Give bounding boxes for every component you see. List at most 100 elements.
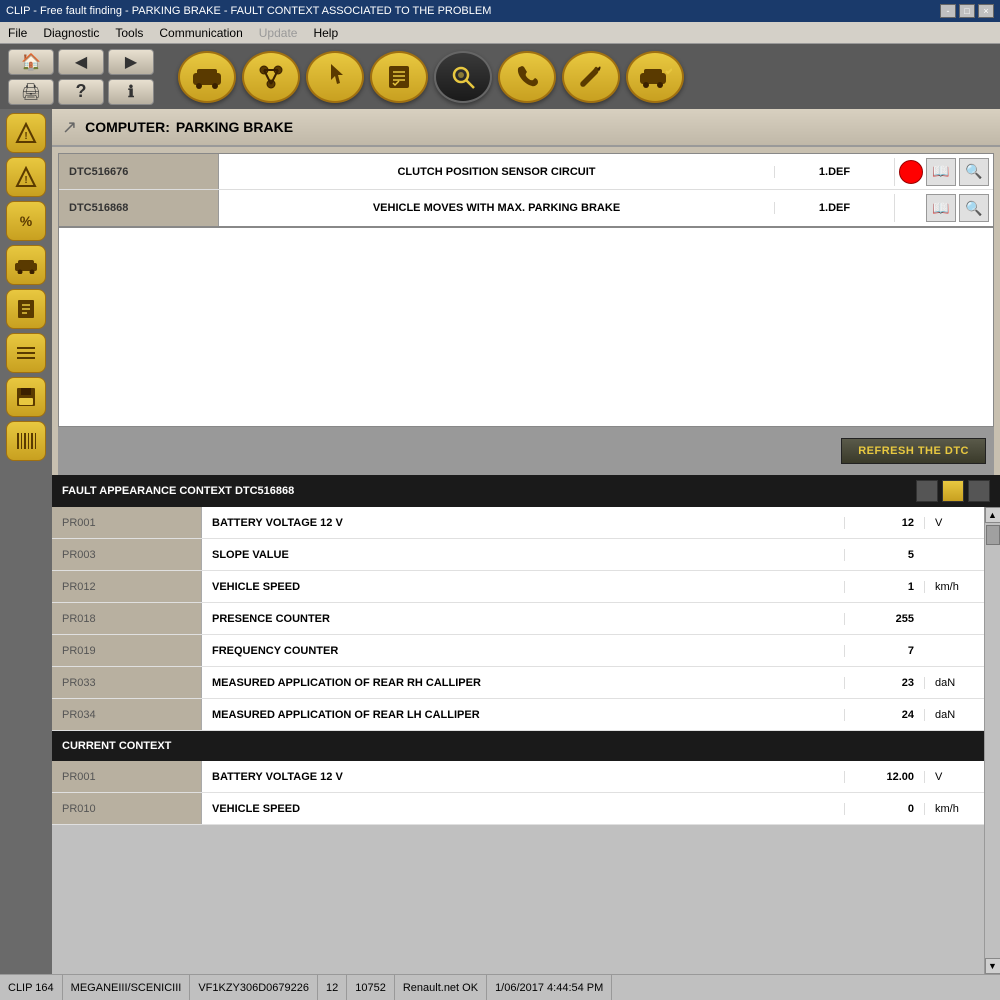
- dtc-desc-2: VEHICLE MOVES WITH MAX. PARKING BRAKE: [219, 202, 774, 214]
- refresh-area: REFRESH THE DTC: [58, 427, 994, 475]
- dtc-zoom-btn-1[interactable]: 🔍: [959, 158, 989, 186]
- menu-communication[interactable]: Communication: [155, 25, 246, 41]
- status-bar: CLIP 164 MEGANEIII/SCENICIII VF1KZY306D0…: [0, 974, 1000, 1000]
- maximize-button[interactable]: □: [959, 4, 975, 18]
- title-controls: - □ ×: [940, 4, 994, 18]
- ft-code-6: PR034: [52, 699, 202, 730]
- dtc-zoom-btn-2[interactable]: 🔍: [959, 194, 989, 222]
- sidebar-car[interactable]: [6, 245, 46, 285]
- help-button[interactable]: ?: [58, 79, 104, 105]
- fault-scroll-content: PR001 BATTERY VOLTAGE 12 V 12 V PR003 SL…: [52, 507, 984, 974]
- ft-desc-3: PRESENCE COUNTER: [202, 613, 844, 625]
- sidebar-book[interactable]: [6, 289, 46, 329]
- toolbar-icon-touch[interactable]: [306, 51, 364, 103]
- sidebar-percent[interactable]: %: [6, 201, 46, 241]
- toolbar: 🏠 ◀ ▶ 🖨 ? ℹ: [0, 44, 1000, 109]
- empty-content-area: [58, 227, 994, 427]
- dtc-status-2: 1.DEF: [774, 202, 894, 214]
- sidebar-warning2[interactable]: !: [6, 157, 46, 197]
- menu-update: Update: [255, 25, 302, 41]
- scrollbar[interactable]: ▲ ▼: [984, 507, 1000, 974]
- minimize-button[interactable]: -: [940, 4, 956, 18]
- ft-code-3: PR018: [52, 603, 202, 634]
- close-button[interactable]: ×: [978, 4, 994, 18]
- fault-view-btn-1[interactable]: [916, 480, 938, 502]
- toolbar-icons: [178, 51, 684, 103]
- table-row: PR033 MEASURED APPLICATION OF REAR RH CA…: [52, 667, 984, 699]
- status-number1: 12: [318, 975, 347, 1000]
- menu-tools[interactable]: Tools: [111, 25, 147, 41]
- dtc-book-btn-1[interactable]: 📖: [926, 158, 956, 186]
- upper-section: DTC516676 CLUTCH POSITION SENSOR CIRCUIT…: [52, 147, 1000, 475]
- toolbar-icon-checklist[interactable]: [370, 51, 428, 103]
- sidebar: ! ! %: [0, 109, 52, 974]
- fault-appearance-table: PR001 BATTERY VOLTAGE 12 V 12 V PR003 SL…: [52, 507, 984, 731]
- toolbar-icon-transmission[interactable]: [242, 51, 300, 103]
- toolbar-row-2: 🖨 ? ℹ: [8, 79, 154, 105]
- dtc-actions-1: 📖 🔍: [894, 158, 993, 186]
- ft-val-2: 1: [844, 581, 924, 593]
- dtc-desc-1: CLUTCH POSITION SENSOR CIRCUIT: [219, 166, 774, 178]
- forward-button[interactable]: ▶: [108, 49, 154, 75]
- table-row: DTC516868 VEHICLE MOVES WITH MAX. PARKIN…: [59, 190, 993, 226]
- ft-desc-0: BATTERY VOLTAGE 12 V: [202, 517, 844, 529]
- sidebar-barcode[interactable]: [6, 421, 46, 461]
- ft-desc-2: VEHICLE SPEED: [202, 581, 844, 593]
- title-bar: CLIP - Free fault finding - PARKING BRAK…: [0, 0, 1000, 22]
- sidebar-warning1[interactable]: !: [6, 113, 46, 153]
- ft-unit-0: V: [924, 517, 984, 529]
- toolbar-icon-search-diag[interactable]: [434, 51, 492, 103]
- toolbar-icon-wrench[interactable]: [562, 51, 620, 103]
- table-row: DTC516676 CLUTCH POSITION SENSOR CIRCUIT…: [59, 154, 993, 190]
- dtc-empty-dot-2: [899, 196, 923, 220]
- cc-val-1: 0: [844, 803, 924, 815]
- scroll-down-button[interactable]: ▼: [985, 958, 1000, 974]
- info-button[interactable]: ℹ: [108, 79, 154, 105]
- fault-view-btn-3[interactable]: [968, 480, 990, 502]
- dtc-code-2: DTC516868: [59, 190, 219, 226]
- fault-header-controls: [916, 480, 990, 502]
- cc-desc-0: BATTERY VOLTAGE 12 V: [202, 771, 844, 783]
- dtc-status-1: 1.DEF: [774, 166, 894, 178]
- menu-bar: File Diagnostic Tools Communication Upda…: [0, 22, 1000, 44]
- computer-label: COMPUTER: PARKING BRAKE: [85, 119, 293, 135]
- ft-val-3: 255: [844, 613, 924, 625]
- status-vehicle: MEGANEIII/SCENICIII: [63, 975, 191, 1000]
- sidebar-save[interactable]: [6, 377, 46, 417]
- ft-code-4: PR019: [52, 635, 202, 666]
- cc-unit-1: km/h: [924, 803, 984, 815]
- ft-code-0: PR001: [52, 507, 202, 538]
- toolbar-icon-car-diag[interactable]: [178, 51, 236, 103]
- ft-desc-4: FREQUENCY COUNTER: [202, 645, 844, 657]
- scroll-up-button[interactable]: ▲: [985, 507, 1000, 523]
- lower-section: FAULT APPEARANCE CONTEXT DTC516868 PR001: [52, 475, 1000, 974]
- ft-code-1: PR003: [52, 539, 202, 570]
- ft-val-4: 7: [844, 645, 924, 657]
- menu-diagnostic[interactable]: Diagnostic: [39, 25, 103, 41]
- nav-indicator: ↗: [62, 117, 77, 138]
- fault-view-btn-2[interactable]: [942, 480, 964, 502]
- ft-code-5: PR033: [52, 667, 202, 698]
- status-number2: 10752: [347, 975, 395, 1000]
- home-button[interactable]: 🏠: [8, 49, 54, 75]
- ft-val-1: 5: [844, 549, 924, 561]
- toolbar-nav-section: 🏠 ◀ ▶ 🖨 ? ℹ: [8, 49, 154, 105]
- toolbar-icon-car-check[interactable]: [626, 51, 684, 103]
- table-row: PR001 BATTERY VOLTAGE 12 V 12.00 V: [52, 761, 984, 793]
- toolbar-icon-phone[interactable]: [498, 51, 556, 103]
- menu-file[interactable]: File: [4, 25, 31, 41]
- scroll-thumb[interactable]: [986, 525, 1000, 545]
- back-button[interactable]: ◀: [58, 49, 104, 75]
- print-button[interactable]: 🖨: [8, 79, 54, 105]
- table-row: PR034 MEASURED APPLICATION OF REAR LH CA…: [52, 699, 984, 731]
- svg-text:!: !: [24, 131, 27, 142]
- menu-help[interactable]: Help: [309, 25, 342, 41]
- sidebar-list[interactable]: [6, 333, 46, 373]
- refresh-dtc-button[interactable]: REFRESH THE DTC: [841, 438, 986, 464]
- dtc-book-btn-2[interactable]: 📖: [926, 194, 956, 222]
- title-text: CLIP - Free fault finding - PARKING BRAK…: [6, 5, 491, 17]
- toolbar-row-1: 🏠 ◀ ▶: [8, 49, 154, 75]
- ft-val-6: 24: [844, 709, 924, 721]
- current-context-text: CURRENT CONTEXT: [62, 740, 171, 752]
- table-row: PR012 VEHICLE SPEED 1 km/h: [52, 571, 984, 603]
